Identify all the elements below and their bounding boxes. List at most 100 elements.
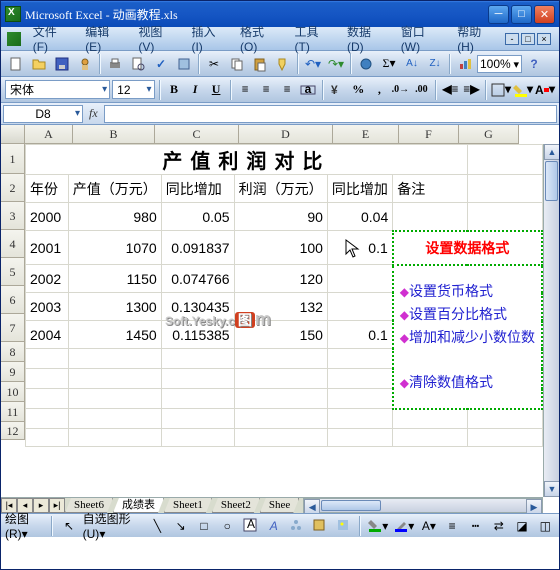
cell[interactable]: [161, 369, 234, 389]
preview-button[interactable]: [127, 53, 149, 75]
cell[interactable]: 132: [234, 293, 327, 321]
sheet-tab-active[interactable]: 成绩表: [113, 498, 164, 513]
cell[interactable]: 2003: [26, 293, 69, 321]
tab-nav-next[interactable]: ▸: [33, 498, 49, 513]
cut-button[interactable]: ✂: [203, 53, 225, 75]
row-header[interactable]: 10: [1, 382, 25, 402]
cells-area[interactable]: 产值利润对比年份产值（万元）同比增加利润（万元）同比增加备注20009800.0…: [25, 144, 543, 497]
row-header[interactable]: 11: [1, 402, 25, 422]
comma-button[interactable]: ,: [370, 80, 389, 100]
row-header[interactable]: 2: [1, 174, 25, 202]
cell[interactable]: 2000: [26, 203, 69, 231]
sort-desc-button[interactable]: Z↓: [424, 53, 446, 75]
sheet-tab[interactable]: Sheet1: [164, 498, 212, 513]
3d-button[interactable]: ◫: [536, 515, 555, 537]
decrease-decimal-button[interactable]: .00: [412, 80, 431, 100]
cell[interactable]: 同比增加: [327, 175, 392, 203]
autosum-button[interactable]: Σ▾: [378, 53, 400, 75]
italic-button[interactable]: I: [186, 80, 205, 100]
cell[interactable]: [467, 145, 542, 175]
cell[interactable]: 0.1: [327, 321, 392, 349]
draw-menu[interactable]: 绘图(R)▾: [5, 510, 45, 541]
cell[interactable]: 0.1: [327, 231, 392, 265]
menu-help[interactable]: 帮助(H): [451, 21, 503, 56]
cell[interactable]: [161, 349, 234, 369]
mdi-close[interactable]: ×: [537, 33, 551, 45]
cell[interactable]: 0.091837: [161, 231, 234, 265]
cell[interactable]: [467, 429, 542, 447]
sheet-tab[interactable]: Sheet2: [212, 498, 260, 513]
cell[interactable]: [393, 429, 468, 447]
currency-button[interactable]: ¥: [328, 80, 347, 100]
tab-nav-first[interactable]: |◂: [1, 498, 17, 513]
arrow-style-button[interactable]: ⇄: [489, 515, 508, 537]
cell[interactable]: [234, 349, 327, 369]
new-button[interactable]: [5, 53, 27, 75]
textbox-button[interactable]: A: [241, 515, 260, 537]
fx-icon[interactable]: fx: [89, 106, 98, 121]
tab-nav-last[interactable]: ▸|: [49, 498, 65, 513]
cell[interactable]: 0.130435: [161, 293, 234, 321]
help-button[interactable]: ?: [523, 53, 545, 75]
cell[interactable]: 0.04: [327, 203, 392, 231]
sheet-tab[interactable]: Shee: [260, 498, 299, 513]
line-button[interactable]: ╲: [148, 515, 167, 537]
cell[interactable]: 0.115385: [161, 321, 234, 349]
menu-view[interactable]: 视图(V): [132, 21, 183, 56]
scroll-right-button[interactable]: ▶: [526, 499, 542, 513]
format-painter-button[interactable]: [272, 53, 294, 75]
print-button[interactable]: [104, 53, 126, 75]
cell[interactable]: [234, 369, 327, 389]
scroll-thumb[interactable]: [545, 161, 558, 201]
cell[interactable]: 980: [68, 203, 161, 231]
cell[interactable]: [68, 429, 161, 447]
column-header[interactable]: G: [459, 125, 519, 144]
fill-color-button[interactable]: ▾: [513, 80, 533, 100]
row-header[interactable]: 4: [1, 230, 25, 258]
open-button[interactable]: [28, 53, 50, 75]
cell[interactable]: [26, 349, 69, 369]
row-header[interactable]: 5: [1, 258, 25, 286]
cell[interactable]: [26, 409, 69, 429]
cell[interactable]: 备注: [393, 175, 468, 203]
cell[interactable]: [327, 265, 392, 293]
picture-button[interactable]: [334, 515, 353, 537]
column-header[interactable]: F: [399, 125, 459, 144]
permission-button[interactable]: [74, 53, 96, 75]
cell[interactable]: [467, 175, 542, 203]
cell[interactable]: [467, 203, 542, 231]
chart-button[interactable]: [454, 53, 476, 75]
cell[interactable]: 2001: [26, 231, 69, 265]
mdi-restore[interactable]: □: [521, 33, 535, 45]
increase-indent-button[interactable]: ≡▶: [462, 80, 481, 100]
menu-data[interactable]: 数据(D): [341, 21, 393, 56]
cell[interactable]: [327, 429, 392, 447]
line-color-button[interactable]: ▾: [393, 515, 415, 537]
increase-decimal-button[interactable]: .0→: [391, 80, 410, 100]
menu-format[interactable]: 格式(O): [234, 21, 286, 56]
cell[interactable]: [467, 409, 542, 429]
cell[interactable]: 产值利润对比: [26, 145, 468, 175]
cell[interactable]: [234, 389, 327, 409]
cell[interactable]: [161, 409, 234, 429]
spelling-button[interactable]: ✓: [150, 53, 172, 75]
column-header[interactable]: E: [333, 125, 399, 144]
row-header[interactable]: 9: [1, 362, 25, 382]
cell[interactable]: 0.074766: [161, 265, 234, 293]
column-header[interactable]: D: [239, 125, 333, 144]
menu-window[interactable]: 窗口(W): [395, 21, 449, 56]
copy-button[interactable]: [226, 53, 248, 75]
align-left-button[interactable]: ≡: [236, 80, 255, 100]
menu-edit[interactable]: 编辑(E): [79, 21, 130, 56]
clipart-button[interactable]: [311, 515, 330, 537]
cell[interactable]: [393, 203, 468, 231]
cell[interactable]: 2004: [26, 321, 69, 349]
menu-tools[interactable]: 工具(T): [289, 21, 339, 56]
fontsize-combo[interactable]: 12: [112, 80, 154, 99]
column-header[interactable]: A: [25, 125, 73, 144]
row-header[interactable]: 8: [1, 342, 25, 362]
cell[interactable]: [234, 429, 327, 447]
cell[interactable]: [68, 409, 161, 429]
borders-button[interactable]: ▾: [491, 80, 511, 100]
cell[interactable]: 同比增加: [161, 175, 234, 203]
